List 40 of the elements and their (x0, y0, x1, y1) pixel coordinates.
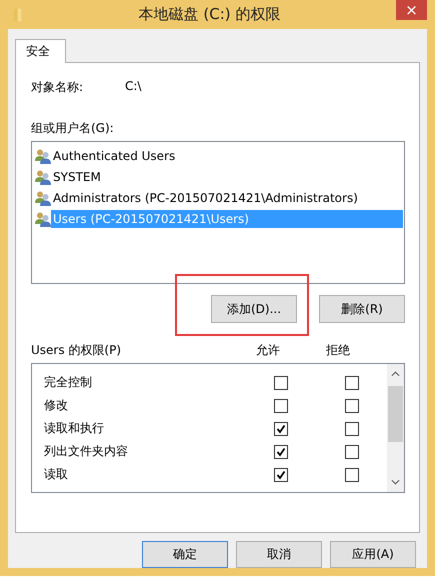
folder-icon (13, 6, 23, 22)
scroll-down-icon[interactable] (391, 479, 400, 485)
checkbox[interactable] (274, 468, 288, 482)
users-icon (35, 210, 51, 226)
object-name-label: 对象名称: (31, 79, 84, 96)
checkbox[interactable] (274, 444, 288, 458)
object-name-value: C:\ (125, 79, 142, 95)
users-icon (35, 190, 51, 206)
dialog-button[interactable]: 取消 (236, 541, 322, 568)
window-title: 本地磁盘 (C:) 的权限 (138, 5, 282, 24)
column-header: 允许 (255, 342, 281, 359)
tab[interactable]: 安全 (15, 39, 66, 63)
list-item[interactable]: Authenticated Users (51, 146, 178, 164)
close-button[interactable]: × (396, 0, 427, 20)
checkbox[interactable] (345, 398, 359, 412)
permission-name: 修改 (44, 397, 69, 414)
users-icon (35, 148, 51, 164)
dialog-button[interactable]: 应用(A) (330, 541, 416, 568)
checkbox[interactable] (274, 376, 288, 390)
permission-name: 读取 (44, 466, 69, 483)
permission-name: 列出文件夹内容 (44, 443, 129, 460)
dialog-button[interactable]: 确定 (142, 541, 228, 568)
checkbox[interactable] (274, 422, 288, 436)
scroll-up-icon[interactable] (391, 371, 400, 377)
list-item[interactable]: Administrators (PC-201507021421\Administrators) (51, 188, 360, 206)
users-icon (35, 168, 51, 184)
checkbox[interactable] (345, 376, 359, 390)
checkbox[interactable] (345, 468, 359, 482)
checkbox[interactable] (345, 444, 359, 458)
list-item[interactable]: SYSTEM (51, 168, 103, 186)
scrollbar[interactable] (387, 364, 404, 492)
permission-name: 完全控制 (44, 374, 93, 391)
checkbox[interactable] (345, 422, 359, 436)
dialog-button[interactable]: 删除(R) (319, 295, 405, 323)
group-list-label: 组或用户名(G): (31, 120, 115, 137)
permissions-label: Users 的权限(P) (31, 342, 122, 359)
checkbox[interactable] (274, 398, 288, 412)
permission-name: 读取和执行 (44, 420, 105, 437)
dialog-button[interactable]: 添加(D)... (211, 295, 297, 323)
column-header: 拒绝 (325, 342, 351, 359)
